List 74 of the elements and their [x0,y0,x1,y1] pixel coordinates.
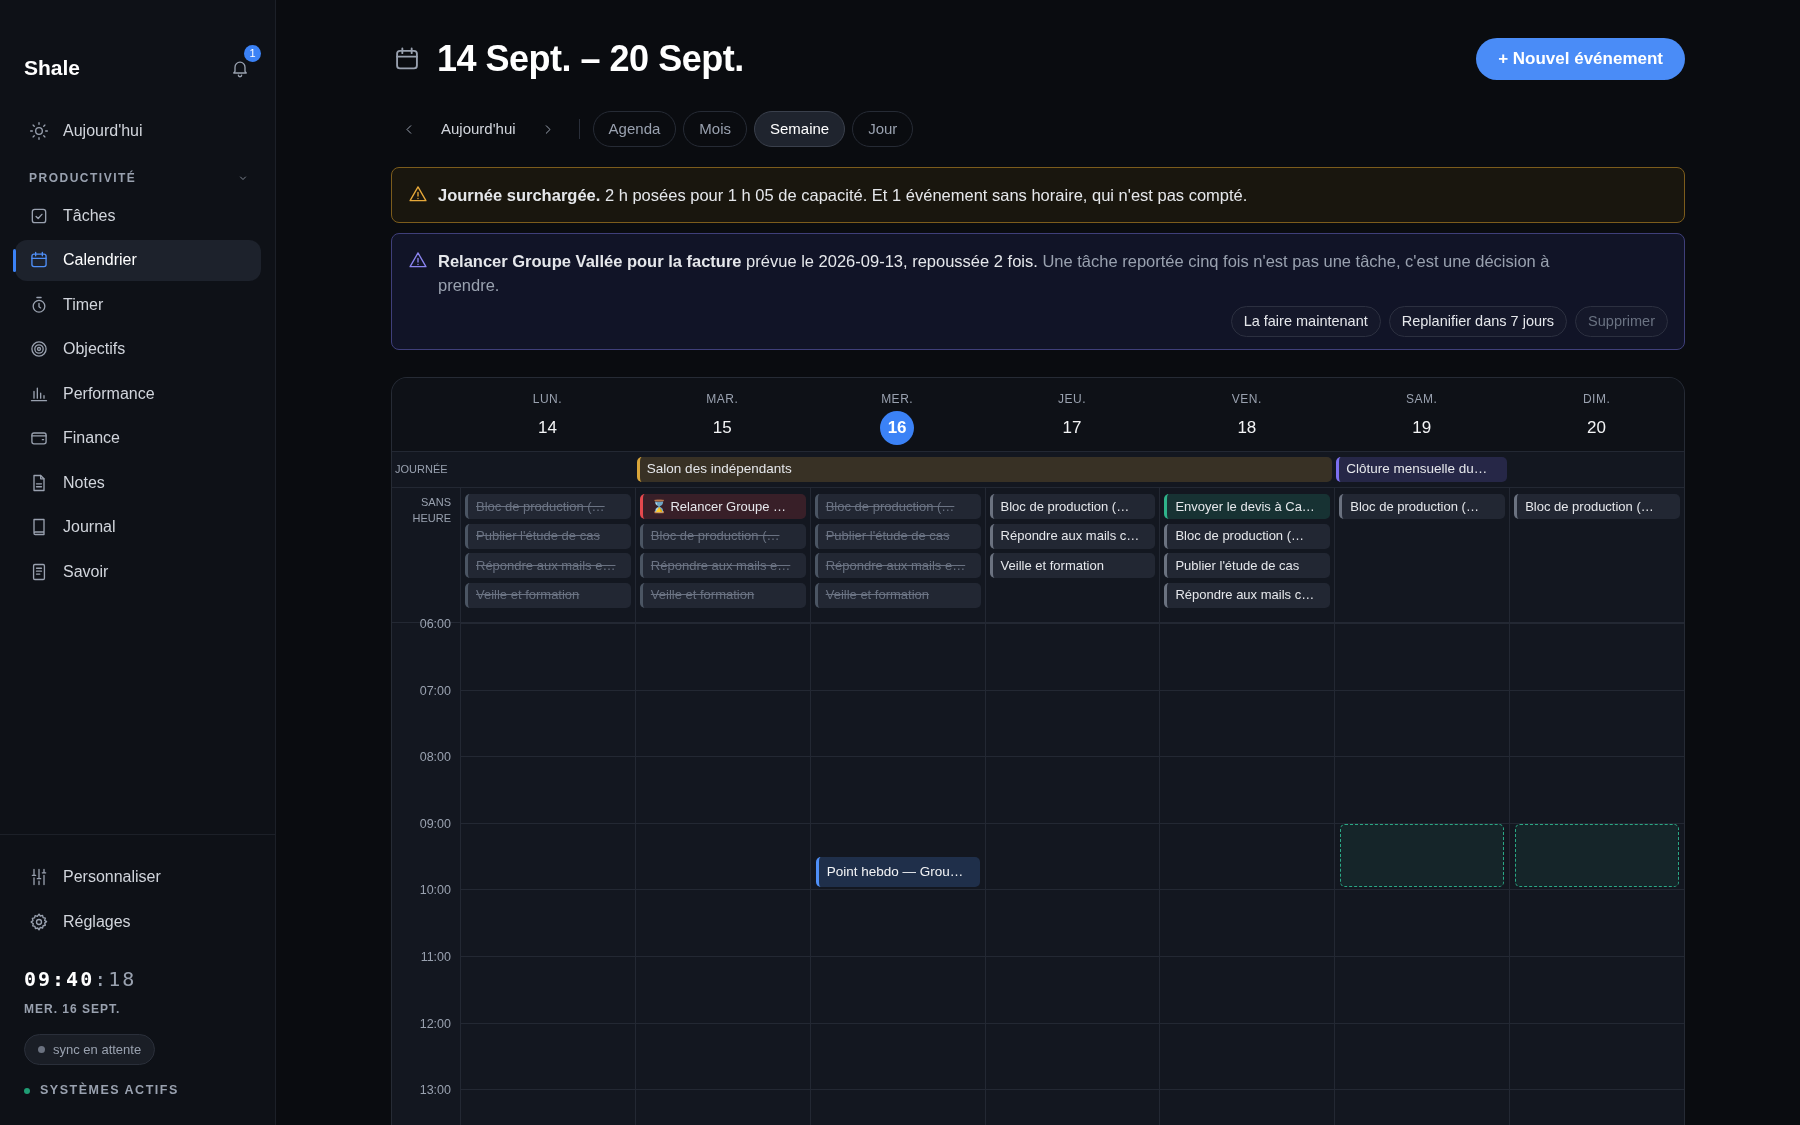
sidebar-item[interactable]: Aujourd'hui [15,110,261,151]
calendar-icon [29,250,49,270]
day-number[interactable]: 17 [1055,411,1089,445]
today-button[interactable]: Aujourd'hui [427,111,530,147]
hour-label: 06:00 [419,616,451,633]
warning-message: Journée surchargée. 2 h posées pour 1 h 05 de capacité. Et 1 événement sans horaire, qui n'est pas compté. [438,185,1249,206]
sidebar-item[interactable]: Finance [15,417,261,459]
warning-icon [408,184,428,204]
weekday-label: LUN. [532,391,563,408]
hour-label: 07:00 [419,682,451,700]
reminder-message: Relancer Groupe Vallée pour la facture prévue le 2026-09-13, repoussée 2 fois. Une tâche reportée cinq fois n'est pas une tâche, c'est une décision à prendre. [438,251,1551,296]
sidebar-item[interactable]: Timer [15,284,261,325]
sidebar-item[interactable]: Objectifs [15,328,261,370]
weekday-label: SAM. [1406,391,1438,408]
untimed-event[interactable]: Bloc de production (… [1339,494,1506,519]
hour-label: 12:00 [419,1015,451,1033]
untimed-event[interactable]: Publier l'étude de cas [1164,553,1331,578]
target-icon [29,339,49,359]
sidebar-item[interactable]: Calendrier [15,239,261,281]
weekday-label: JEU. [1058,391,1086,408]
sidebar-item[interactable]: Personnaliser [15,856,275,898]
sidebar-item[interactable]: Performance [15,373,261,414]
action-button[interactable]: Replanifier dans 7 jours [1388,306,1568,337]
hour-label: 08:00 [419,749,451,767]
weekday-label: MER. [881,391,914,408]
sidebar-item[interactable]: Notes [15,462,261,503]
suggested-slot[interactable] [1515,823,1679,888]
all-day-event[interactable]: Salon des indépendants [636,457,1333,482]
hour-label: 09:00 [419,815,451,833]
system-status: SYSTÈMES ACTIFS [40,1081,179,1100]
weekday-label: DIM. [1582,391,1611,408]
suggested-slot[interactable] [1340,823,1505,888]
sidebar-item[interactable]: Journal [15,506,261,548]
notification-badge: 1 [244,45,261,62]
untimed-event[interactable]: Répondre aux mails c… [1164,582,1331,608]
sync-status-pill: sync en attente [24,1034,156,1066]
settings-icon [29,911,49,932]
untimed-event[interactable]: ⌛ Relancer Groupe … [639,494,806,519]
untimed-label: SANS HEURE [411,495,451,526]
day-number[interactable]: 18 [1229,411,1264,445]
day-number[interactable]: 14 [530,411,565,445]
calendar-event[interactable]: Point hebdo — Grou… [815,857,980,888]
page-title: 14 Sept. – 20 Sept. [437,37,744,81]
sidebar-item[interactable]: Tâches [15,195,261,236]
untimed-event[interactable]: Répondre aux mails c… [989,523,1156,549]
action-button[interactable]: La faire maintenant [1230,306,1381,337]
day-number[interactable]: 16 [880,411,915,445]
untimed-event[interactable]: Envoyer le devis à Ca… [1164,494,1331,519]
weekday-label: MAR. [706,391,739,408]
all-day-label: JOURNÉE [394,462,449,478]
hour-label: 11:00 [420,948,451,966]
untimed-event[interactable]: Veille et formation [989,553,1156,578]
sidebar-item[interactable]: Savoir [15,551,261,592]
sun-icon [29,120,49,141]
all-day-event[interactable]: Clôture mensuelle du… [1336,457,1508,482]
sidebar-item[interactable]: Réglages [15,901,275,943]
untimed-event[interactable]: Bloc de production (… [1164,523,1331,549]
clock-seconds: :18 [94,966,137,994]
day-number[interactable]: 19 [1404,411,1439,445]
clock-date: MER. 16 SEPT. [24,1001,122,1019]
day-number[interactable]: 20 [1579,411,1614,445]
action-button[interactable]: Supprimer [1575,306,1668,337]
app-name: Shale [24,55,81,82]
warning-icon [408,250,428,270]
clock-time: 09:40 [24,966,95,994]
untimed-event[interactable]: Bloc de production (… [1514,494,1680,519]
weekday-label: VEN. [1231,391,1262,408]
untimed-event[interactable]: Bloc de production (… [989,494,1156,519]
hour-label: 10:00 [419,882,451,900]
view-tab[interactable]: Semaine [754,111,846,147]
section-header[interactable]: PRODUCTIVITÉ [29,169,249,187]
hour-label: 13:00 [419,1082,451,1100]
day-number[interactable]: 15 [705,411,740,445]
sliders-icon [29,867,49,888]
